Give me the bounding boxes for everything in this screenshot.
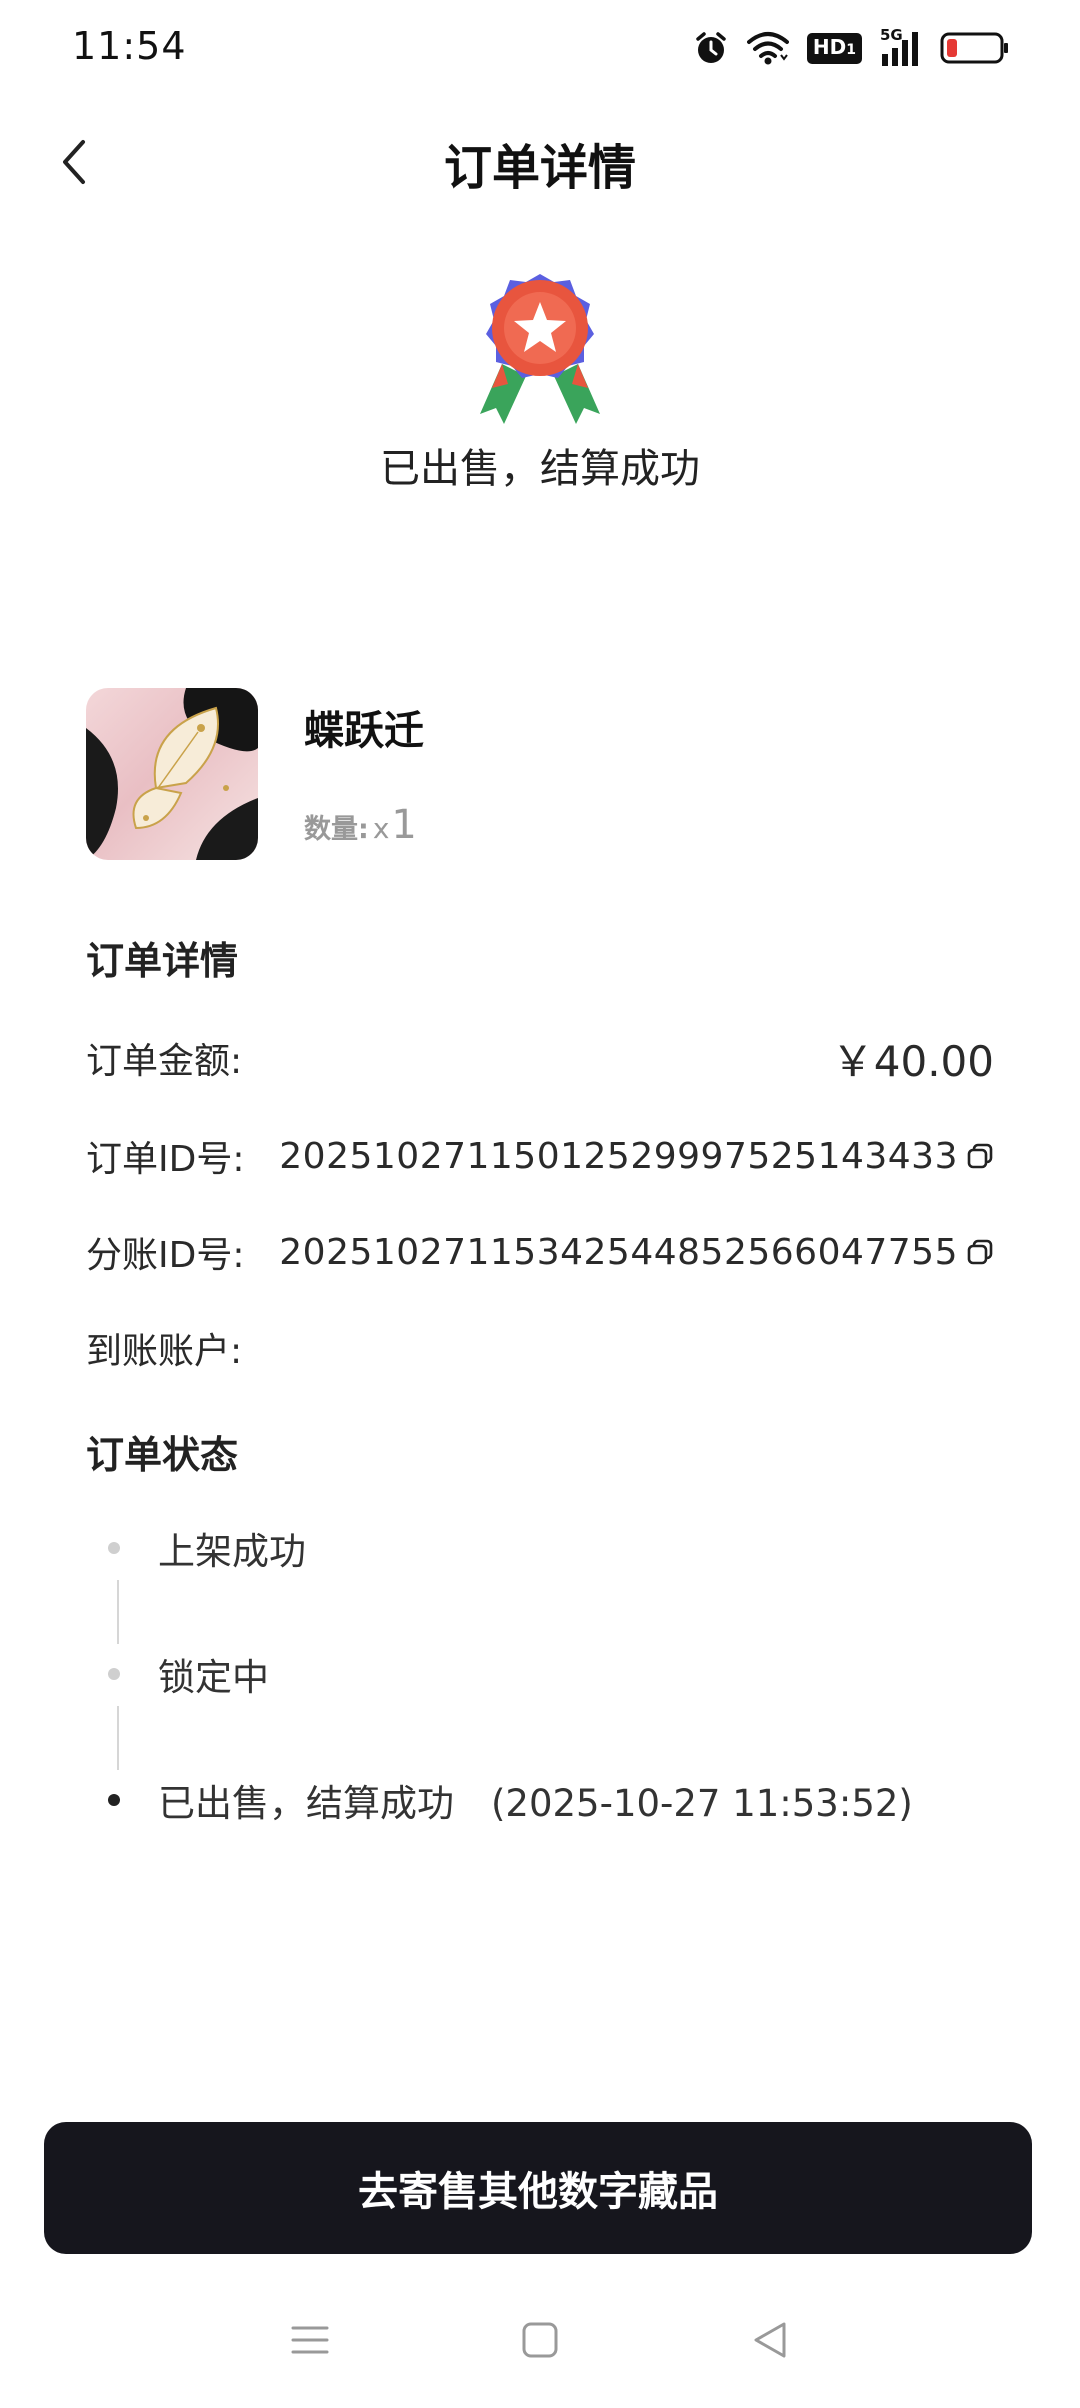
- timeline-step-label: 上架成功: [158, 1530, 306, 1573]
- quantity-label: 数量:: [304, 814, 369, 845]
- signal-group: 5G: [880, 26, 922, 66]
- amount-value: ￥40.00: [831, 1036, 994, 1086]
- timeline-dot-active: [108, 1794, 120, 1806]
- copy-icon[interactable]: [966, 1142, 994, 1170]
- order-status-title: 已出售，结算成功: [380, 446, 700, 492]
- status-time: 11:54: [72, 24, 187, 68]
- order-id-label: 订单ID号:: [86, 1139, 245, 1180]
- timeline-dot: [108, 1668, 120, 1680]
- timeline-connector: [117, 1580, 119, 1644]
- copy-icon[interactable]: [966, 1238, 994, 1266]
- product-name: 蝶跃迁: [304, 708, 424, 754]
- amount-label: 订单金额:: [86, 1041, 243, 1082]
- split-id-value: 20251027115342544852566047755: [279, 1231, 958, 1273]
- status-icons: HD1 5G: [693, 26, 1010, 70]
- order-id-value: 20251027115012529997525143433: [279, 1135, 958, 1177]
- timeline-dot: [108, 1542, 120, 1554]
- timeline-connector: [117, 1706, 119, 1770]
- status-section-title: 订单状态: [86, 1433, 239, 1477]
- split-id-value-wrap: 20251027115342544852566047755: [279, 1232, 994, 1273]
- split-id-row: 分账ID号: 20251027115342544852566047755: [86, 1222, 994, 1282]
- timeline-step: 上架成功: [108, 1520, 306, 1576]
- details-section-title: 订单详情: [86, 939, 239, 983]
- menu-icon[interactable]: [290, 2320, 330, 2360]
- timeline-step-label: 锁定中: [158, 1656, 269, 1699]
- wifi-icon: [746, 32, 789, 65]
- order-id-row: 订单ID号: 20251027115012529997525143433: [86, 1126, 994, 1186]
- system-nav-bar: [0, 2300, 1080, 2380]
- battery-icon: [940, 32, 1008, 64]
- product-quantity: 数量: x 1: [304, 802, 417, 848]
- home-icon[interactable]: [520, 2320, 560, 2360]
- timeline-step-current: 已出售，结算成功 (2025-10-27 11:53:52): [108, 1772, 913, 1828]
- timeline-step: 锁定中: [108, 1646, 269, 1702]
- medal-icon: [480, 274, 600, 424]
- quantity-value: 1: [391, 802, 417, 848]
- network-label: 5G: [880, 26, 903, 44]
- consign-other-collectibles-button[interactable]: 去寄售其他数字藏品: [44, 2122, 1032, 2254]
- order-id-value-wrap: 20251027115012529997525143433: [279, 1136, 994, 1177]
- quantity-prefix: x: [372, 812, 390, 845]
- hd-badge: HD1: [806, 32, 862, 64]
- hd-label: HD: [812, 34, 847, 59]
- account-label: 到账账户:: [86, 1331, 243, 1372]
- product-thumbnail: [86, 688, 258, 860]
- account-row: 到账账户:: [86, 1318, 994, 1378]
- page-title: 订单详情: [443, 140, 636, 196]
- timeline-step-label: 已出售，结算成功 (2025-10-27 11:53:52): [158, 1782, 913, 1825]
- back-nav-icon[interactable]: [750, 2320, 790, 2360]
- alarm-icon: [696, 32, 726, 63]
- split-id-label: 分账ID号:: [86, 1235, 245, 1276]
- amount-row: 订单金额: ￥40.00: [86, 1028, 994, 1088]
